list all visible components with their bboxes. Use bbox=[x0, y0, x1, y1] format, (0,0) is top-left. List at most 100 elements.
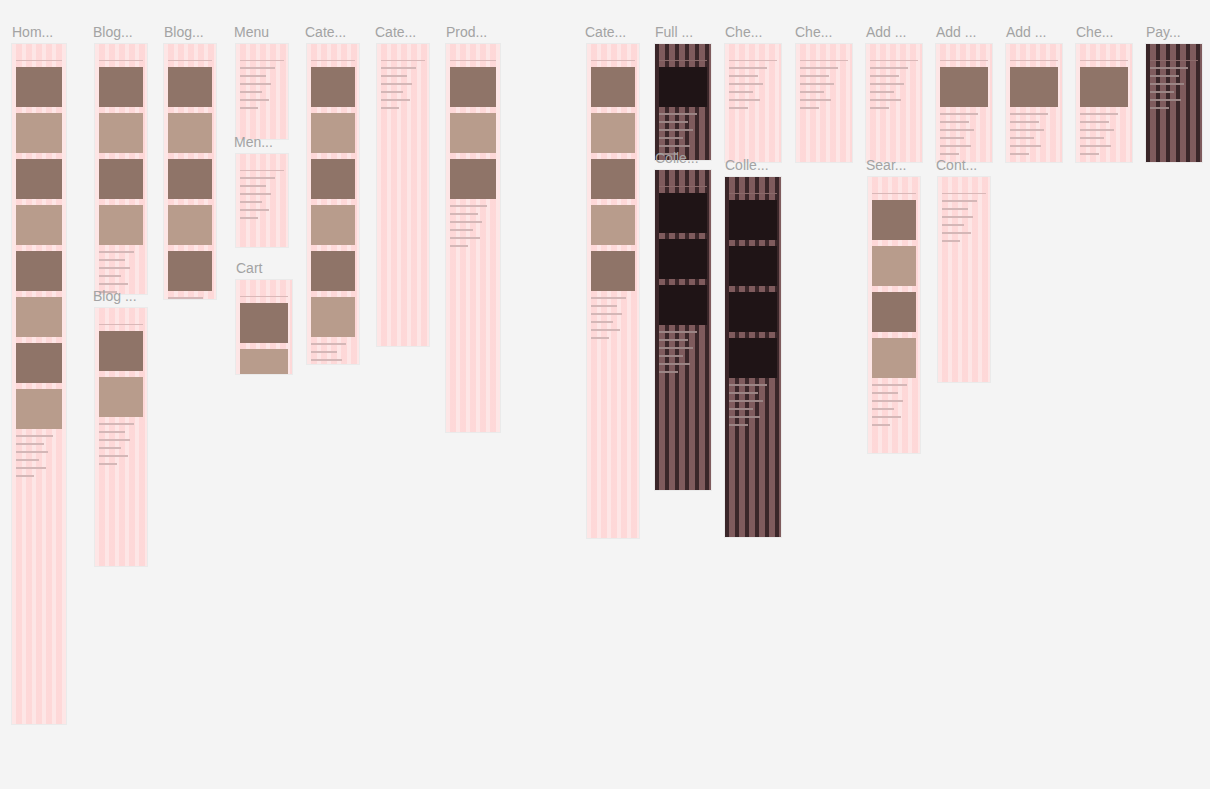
photo bbox=[99, 113, 143, 153]
frame-label[interactable]: Che... bbox=[1076, 23, 1113, 41]
frame[interactable] bbox=[587, 44, 639, 538]
text-line bbox=[99, 251, 134, 253]
text-line bbox=[99, 283, 128, 285]
text-line bbox=[591, 321, 613, 323]
frame-label[interactable]: Cart bbox=[236, 259, 262, 277]
frame[interactable] bbox=[655, 170, 711, 490]
frame-header bbox=[870, 54, 918, 61]
frame[interactable] bbox=[725, 177, 781, 537]
frame-label[interactable]: Pay... bbox=[1146, 23, 1181, 41]
frame-label[interactable]: Cate... bbox=[375, 23, 416, 41]
text-line bbox=[659, 347, 693, 349]
frame-header bbox=[240, 290, 288, 297]
frame-label[interactable]: Full ... bbox=[655, 23, 693, 41]
text-line bbox=[729, 416, 760, 418]
frame-label[interactable]: Cont... bbox=[936, 156, 977, 174]
frame-label[interactable]: Blog... bbox=[93, 23, 133, 41]
text-line bbox=[870, 83, 904, 85]
text-line bbox=[240, 177, 275, 179]
text-line bbox=[381, 75, 407, 77]
text-line bbox=[800, 99, 831, 101]
text-line bbox=[240, 91, 262, 93]
photo bbox=[659, 239, 707, 279]
frame-label[interactable]: Colle... bbox=[725, 156, 769, 174]
text-line bbox=[16, 451, 48, 453]
frame-label[interactable]: Sear... bbox=[866, 156, 906, 174]
text-line bbox=[16, 435, 53, 437]
frame[interactable] bbox=[866, 44, 922, 162]
frame-label[interactable]: Menu bbox=[234, 23, 269, 41]
frame[interactable] bbox=[12, 44, 66, 724]
frame[interactable] bbox=[236, 154, 288, 247]
photo bbox=[729, 246, 777, 286]
photo bbox=[311, 113, 355, 153]
photo bbox=[16, 67, 62, 107]
frame[interactable] bbox=[936, 44, 992, 162]
frame[interactable] bbox=[1006, 44, 1062, 162]
text-line bbox=[99, 259, 125, 261]
frame[interactable] bbox=[938, 177, 990, 382]
frame[interactable] bbox=[796, 44, 852, 162]
frame-label[interactable]: Cate... bbox=[305, 23, 346, 41]
frame-label[interactable]: Blog ... bbox=[93, 287, 137, 305]
frame-label[interactable]: Add ... bbox=[936, 23, 976, 41]
frame[interactable] bbox=[236, 280, 292, 374]
text-line bbox=[942, 240, 960, 242]
frame[interactable] bbox=[868, 177, 920, 453]
text-line bbox=[1080, 113, 1118, 115]
frame-label[interactable]: Colle... bbox=[655, 149, 699, 167]
text-line bbox=[872, 408, 894, 410]
frame-label[interactable]: Cate... bbox=[585, 23, 626, 41]
frame-label[interactable]: Add ... bbox=[866, 23, 906, 41]
photo bbox=[1010, 67, 1058, 107]
text-line bbox=[99, 423, 134, 425]
photo bbox=[99, 331, 143, 371]
frame-label[interactable]: Che... bbox=[725, 23, 762, 41]
photo bbox=[16, 205, 62, 245]
text-line bbox=[872, 384, 907, 386]
photo bbox=[99, 159, 143, 199]
photo bbox=[168, 113, 212, 153]
photo bbox=[311, 67, 355, 107]
text-line bbox=[591, 305, 617, 307]
frame-label[interactable]: Add ... bbox=[1006, 23, 1046, 41]
photo bbox=[99, 67, 143, 107]
text-line bbox=[870, 75, 899, 77]
text-line bbox=[729, 392, 758, 394]
frame[interactable] bbox=[236, 44, 288, 139]
text-line bbox=[800, 83, 834, 85]
frame-header bbox=[1080, 54, 1128, 61]
frame[interactable] bbox=[307, 44, 359, 364]
frame[interactable] bbox=[725, 44, 781, 162]
design-canvas[interactable]: Hom... Blog... Blog... Menu Men... Cart Blog .… bbox=[0, 0, 1210, 789]
text-line bbox=[1010, 113, 1048, 115]
text-line bbox=[729, 107, 748, 109]
text-line bbox=[1080, 145, 1111, 147]
text-line bbox=[1080, 121, 1109, 123]
text-line bbox=[381, 99, 410, 101]
photo bbox=[168, 159, 212, 199]
photo bbox=[16, 251, 62, 291]
text-line bbox=[872, 424, 890, 426]
frame[interactable] bbox=[95, 308, 147, 566]
frame[interactable] bbox=[1146, 44, 1202, 162]
frame[interactable] bbox=[164, 44, 216, 299]
text-line bbox=[450, 245, 468, 247]
frame[interactable] bbox=[1076, 44, 1132, 162]
text-line bbox=[870, 99, 901, 101]
frame-label[interactable]: Men... bbox=[234, 133, 273, 151]
photo bbox=[940, 67, 988, 107]
text-line bbox=[240, 185, 266, 187]
text-line bbox=[99, 275, 121, 277]
text-line bbox=[381, 107, 399, 109]
frame[interactable] bbox=[377, 44, 429, 346]
text-line bbox=[311, 351, 337, 353]
frame-label[interactable]: Hom... bbox=[12, 23, 53, 41]
frame-label[interactable]: Prod... bbox=[446, 23, 487, 41]
frame[interactable] bbox=[446, 44, 500, 432]
text-line bbox=[1150, 107, 1169, 109]
frame-label[interactable]: Blog... bbox=[164, 23, 204, 41]
frame[interactable] bbox=[655, 44, 711, 160]
frame-label[interactable]: Che... bbox=[795, 23, 832, 41]
frame[interactable] bbox=[95, 44, 147, 294]
